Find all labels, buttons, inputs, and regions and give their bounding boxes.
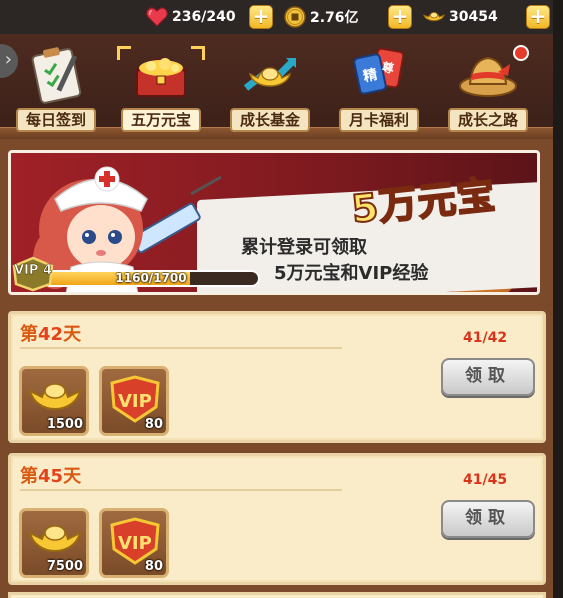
reward-item-ingot[interactable]: 7500 bbox=[19, 508, 89, 578]
divider bbox=[20, 347, 342, 349]
reward-day-title: 第42天 bbox=[20, 324, 82, 345]
banner-line-1: 累计登录可领取 bbox=[241, 237, 367, 258]
reward-item-vip-exp[interactable]: VIP 80 bbox=[99, 508, 169, 578]
selection-corner bbox=[191, 46, 205, 60]
coin-resource: 2.76亿 bbox=[284, 5, 359, 29]
add-ingots-button[interactable]: + bbox=[526, 5, 550, 29]
login-progress-count: 41/42 bbox=[463, 330, 508, 346]
tab-daily-signin-label: 每日签到 bbox=[16, 108, 96, 132]
reward-item-ingot[interactable]: 1500 bbox=[19, 366, 89, 436]
login-progress-count: 41/45 bbox=[463, 472, 508, 488]
heart-icon bbox=[146, 6, 168, 28]
treasure-chest-icon bbox=[131, 44, 191, 104]
vip-progress-bar: 1160/1700 bbox=[42, 270, 260, 287]
svg-text:VIP: VIP bbox=[118, 391, 152, 412]
item-quantity: 7500 bbox=[46, 559, 83, 574]
add-stamina-button[interactable]: + bbox=[249, 5, 273, 29]
tab-daily-signin[interactable]: 每日签到 bbox=[8, 38, 104, 134]
reward-card-partial bbox=[8, 592, 546, 598]
coin-value: 2.76亿 bbox=[310, 10, 359, 26]
gold-ingot-icon bbox=[28, 383, 82, 410]
ingot-value: 30454 bbox=[449, 9, 498, 25]
tab-monthly-card-label: 月卡福利 bbox=[339, 108, 419, 132]
selection-corner bbox=[117, 46, 131, 60]
reward-item-vip-exp[interactable]: VIP 80 bbox=[99, 366, 169, 436]
tab-growth-fund-label: 成长基金 bbox=[230, 108, 310, 132]
notification-dot bbox=[513, 45, 529, 61]
cards-icon: 精尊 bbox=[349, 44, 409, 104]
checklist-icon bbox=[26, 44, 86, 104]
claim-button[interactable]: 领取 bbox=[441, 500, 535, 538]
vip-level: VIP 4 bbox=[14, 263, 53, 279]
stamina-value: 236/240 bbox=[172, 9, 236, 25]
ingot-resource: 30454 bbox=[423, 5, 498, 29]
reward-card: 第42天 41/42 领取 1500 VIP 80 bbox=[8, 311, 546, 443]
vip-badge: VIP 4 bbox=[10, 256, 56, 292]
banner-line-2: 5万元宝和VIP经验 bbox=[274, 263, 429, 284]
gold-chart-icon bbox=[240, 44, 300, 104]
divider bbox=[20, 489, 342, 491]
vip-progress-text: 1160/1700 bbox=[115, 271, 187, 285]
claim-button[interactable]: 领取 bbox=[441, 358, 535, 396]
tab-growth-path-label: 成长之路 bbox=[448, 108, 528, 132]
tab-growth-fund[interactable]: 成长基金 bbox=[222, 38, 318, 134]
vip-shield-icon: VIP bbox=[110, 517, 160, 565]
gold-ingot-icon bbox=[423, 6, 445, 28]
vip-shield-icon: VIP bbox=[110, 375, 160, 423]
gold-ingot-icon bbox=[28, 525, 82, 552]
item-quantity: 80 bbox=[144, 417, 163, 432]
item-quantity: 80 bbox=[144, 559, 163, 574]
hat-icon bbox=[458, 44, 518, 104]
reward-card: 第45天 41/45 领取 7500 VIP 80 bbox=[8, 453, 546, 585]
tab-fifty-thousand-ingots-label: 五万元宝 bbox=[121, 108, 201, 132]
coin-icon bbox=[284, 6, 306, 28]
reward-day-title: 第45天 bbox=[20, 466, 82, 487]
stamina-resource: 236/240 bbox=[146, 5, 236, 29]
item-quantity: 1500 bbox=[46, 417, 83, 432]
tab-monthly-card[interactable]: 精尊 月卡福利 bbox=[331, 38, 427, 134]
svg-text:VIP: VIP bbox=[118, 533, 152, 554]
svg-text:尊: 尊 bbox=[381, 59, 395, 76]
tab-fifty-thousand-ingots[interactable]: 五万元宝 bbox=[113, 38, 209, 134]
add-coins-button[interactable]: + bbox=[388, 5, 412, 29]
